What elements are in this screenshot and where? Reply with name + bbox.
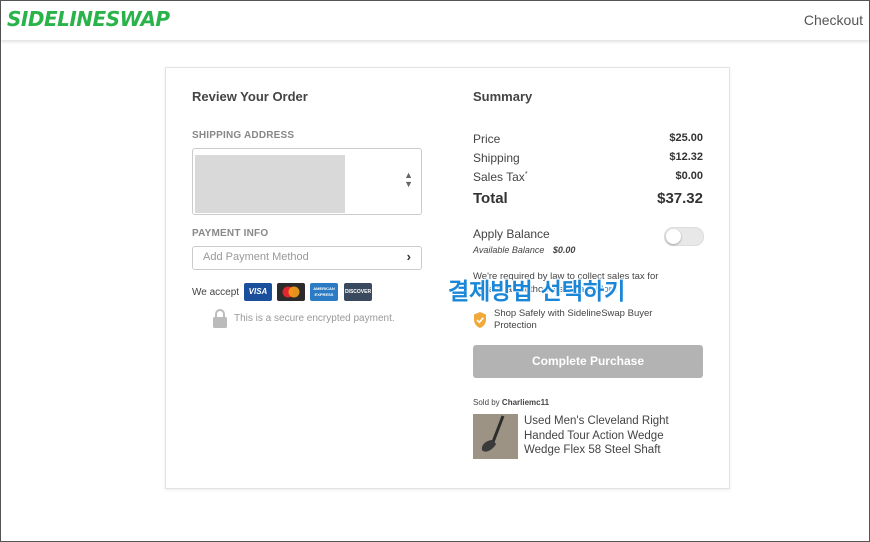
apply-balance-label: Apply Balance xyxy=(473,227,550,241)
price-label: Price xyxy=(473,132,501,146)
available-balance-value: $0.00 xyxy=(552,245,576,255)
sort-arrows-icon: ▲ ▼ xyxy=(404,170,413,189)
sales-tax-asterisk: * xyxy=(524,171,528,178)
payment-placeholder: Add Payment Method xyxy=(203,251,309,263)
shipping-address-select[interactable]: ▲ ▼ xyxy=(192,148,422,215)
sold-by-label: Sold by xyxy=(473,398,500,407)
order-card: Review Your Order SHIPPING ADDRESS ▲ ▼ PA… xyxy=(165,67,730,489)
sidelineswap-logo[interactable]: SIDELINESWAP xyxy=(7,7,170,31)
redacted-address xyxy=(195,155,345,213)
buyer-protection-text: Shop Safely with SidelineSwap Buyer Prot… xyxy=(494,308,653,331)
shield-check-icon xyxy=(473,311,487,334)
lock-icon xyxy=(212,308,228,333)
shipping-address-label: SHIPPING ADDRESS xyxy=(192,130,295,141)
payment-info-label: PAYMENT INFO xyxy=(192,228,269,239)
add-payment-method-field[interactable]: Add Payment Method › xyxy=(192,246,422,270)
visa-icon: VISA xyxy=(244,283,272,301)
product-title[interactable]: Used Men's Cleveland Right Handed Tour A… xyxy=(524,414,684,458)
available-balance-label: Available Balance xyxy=(473,245,545,255)
review-order-title: Review Your Order xyxy=(192,89,308,104)
top-nav-bar: SIDELINESWAP Checkout xyxy=(1,1,869,40)
discover-icon: DISCOVER xyxy=(344,283,372,301)
secure-payment-text: This is a secure encrypted payment. xyxy=(234,313,395,324)
price-row: Price $25.00 xyxy=(473,132,703,146)
sales-tax-row: Sales Tax* $0.00 xyxy=(473,170,703,184)
sold-by: Sold by Charliemc11 xyxy=(473,398,549,407)
summary-title: Summary xyxy=(473,89,533,104)
sales-tax-label: Sales Tax xyxy=(473,170,525,184)
seller-name[interactable]: Charliemc11 xyxy=(502,398,549,407)
available-balance: Available Balance $0.00 xyxy=(473,245,575,255)
total-value: $37.32 xyxy=(657,190,703,207)
apply-balance-toggle[interactable] xyxy=(664,227,704,246)
mastercard-icon xyxy=(277,283,305,301)
checkout-link[interactable]: Checkout xyxy=(804,12,863,28)
shipping-row: Shipping $12.32 xyxy=(473,151,703,165)
product-thumbnail[interactable] xyxy=(473,414,518,459)
sales-tax-value: $0.00 xyxy=(675,170,703,182)
toggle-knob xyxy=(666,229,681,244)
shipping-value: $12.32 xyxy=(669,151,703,163)
chevron-right-icon: › xyxy=(406,249,411,264)
amex-icon: AMERICAN EXPRESS xyxy=(310,283,338,301)
total-label: Total xyxy=(473,190,508,207)
overlay-annotation: 결제방법 선택하기 xyxy=(448,279,626,305)
complete-purchase-button[interactable]: Complete Purchase xyxy=(473,345,703,378)
shipping-label: Shipping xyxy=(473,151,520,165)
price-value: $25.00 xyxy=(669,132,703,144)
we-accept-label: We accept xyxy=(192,287,240,298)
total-row: Total $37.32 xyxy=(473,190,703,207)
